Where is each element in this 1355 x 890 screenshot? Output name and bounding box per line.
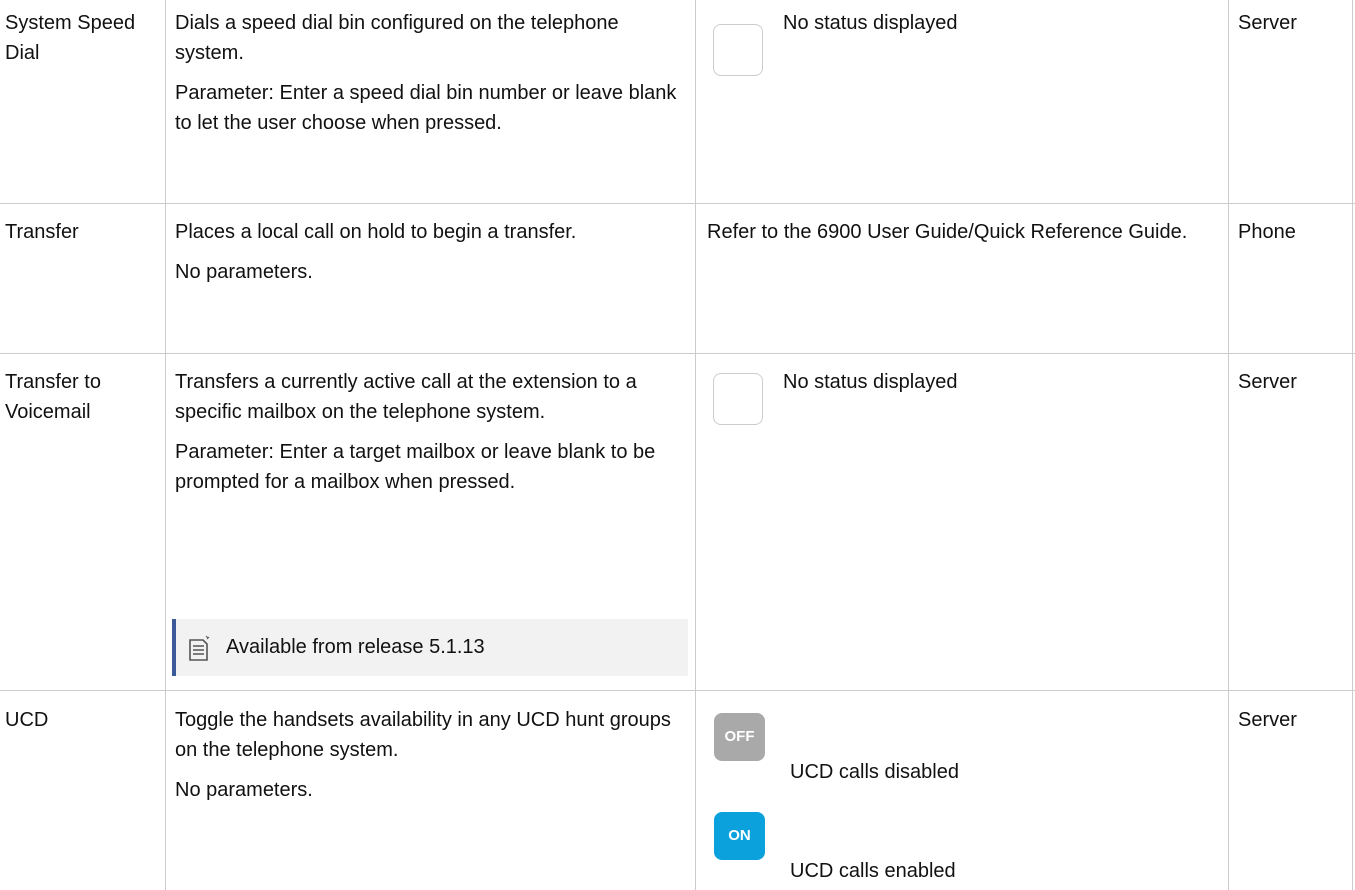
description-paragraph: No parameters. — [175, 779, 313, 801]
description-paragraph: Parameter: Enter a target mailbox or lea… — [175, 441, 656, 493]
row-divider — [0, 353, 1355, 354]
description-paragraph: Transfers a currently active call at the… — [175, 371, 637, 423]
status-text: No status displayed — [783, 371, 958, 393]
description-paragraph: Places a local call on hold to begin a t… — [175, 221, 577, 243]
note-text: Available from release 5.1.13 — [226, 636, 485, 658]
description-paragraph: Dials a speed dial bin configured on the… — [175, 12, 619, 64]
feature-name: System Speed Dial — [5, 12, 136, 64]
status-text: No status displayed — [783, 12, 958, 34]
feature-location: Server — [1238, 709, 1297, 731]
on-status-badge: ON — [714, 812, 765, 860]
feature-description: Places a local call on hold to begin a t… — [175, 217, 680, 297]
column-divider — [165, 0, 166, 890]
blank-status-icon — [713, 24, 763, 76]
feature-location: Server — [1238, 371, 1297, 393]
column-divider — [1352, 0, 1353, 890]
feature-name: Transfer — [5, 221, 79, 243]
column-divider — [695, 0, 696, 890]
description-paragraph: No parameters. — [175, 261, 313, 283]
feature-description: Toggle the handsets availability in any … — [175, 705, 680, 815]
description-paragraph: Toggle the handsets availability in any … — [175, 709, 671, 761]
column-divider — [1228, 0, 1229, 890]
status-text: UCD calls enabled — [790, 860, 956, 882]
release-note: Available from release 5.1.13 — [172, 619, 688, 676]
blank-status-icon — [713, 373, 763, 425]
status-text: UCD calls disabled — [790, 761, 959, 783]
feature-name: UCD — [5, 709, 49, 731]
off-status-badge: OFF — [714, 713, 765, 761]
feature-location: Phone — [1238, 221, 1296, 243]
feature-location: Server — [1238, 12, 1297, 34]
feature-description: Transfers a currently active call at the… — [175, 367, 680, 507]
status-text: Refer to the 6900 User Guide/Quick Refer… — [707, 221, 1188, 243]
row-divider — [0, 690, 1355, 691]
description-paragraph: Parameter: Enter a speed dial bin number… — [175, 82, 677, 134]
feature-name: Transfer to Voicemail — [5, 371, 101, 423]
note-icon — [189, 635, 210, 661]
row-divider — [0, 203, 1355, 204]
feature-description: Dials a speed dial bin configured on the… — [175, 8, 680, 148]
